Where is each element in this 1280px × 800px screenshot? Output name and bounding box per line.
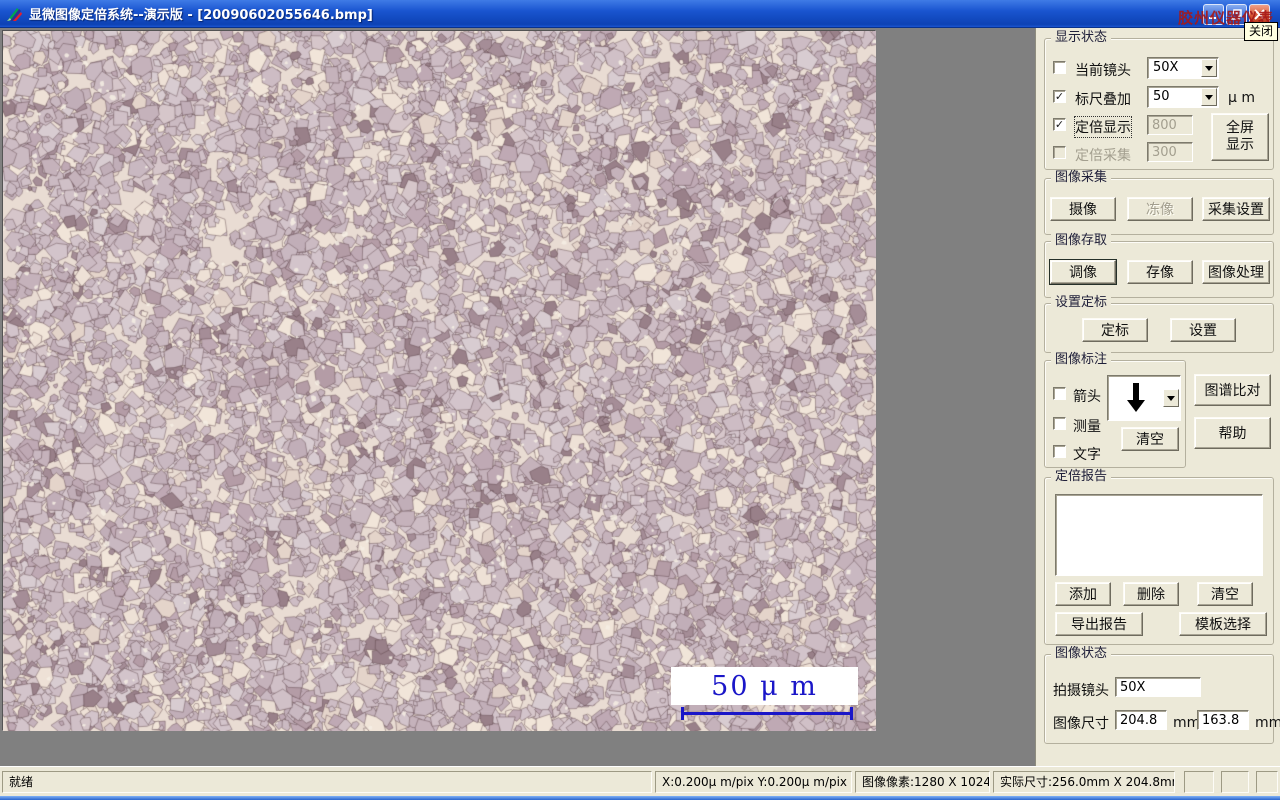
status-actual-size: 实际尺寸:256.0mm X 204.8mm xyxy=(993,771,1175,793)
scale-overlay-unit: μ m xyxy=(1228,90,1255,106)
group-storage: 图像存取 调像 存像 图像处理 xyxy=(1044,233,1274,298)
fixed-capture-field: 300 xyxy=(1147,142,1193,162)
fixed-display-checkbox[interactable] xyxy=(1053,118,1066,131)
calibrate-button[interactable]: 定标 xyxy=(1082,318,1148,342)
minimize-icon xyxy=(1209,17,1216,19)
arrow-style-preview xyxy=(1109,377,1163,419)
shoot-button[interactable]: 摄像 xyxy=(1050,197,1116,221)
fixed-display-label: 定倍显示 xyxy=(1074,116,1132,138)
fixed-capture-label: 定倍采集 xyxy=(1075,148,1131,164)
image-height-field: 163.8 xyxy=(1197,710,1249,730)
group-title: 图像标注 xyxy=(1051,352,1112,368)
taskbar-edge xyxy=(0,796,1280,800)
scale-overlay-value: 50 xyxy=(1153,89,1170,104)
template-select-button[interactable]: 模板选择 xyxy=(1179,612,1267,636)
status-image-pixels: 图像像素:1280 X 1024 xyxy=(855,771,990,793)
status-resolution: X:0.200μ m/pix Y:0.200μ m/pix xyxy=(655,771,852,793)
status-bar: 就绪 X:0.200μ m/pix Y:0.200μ m/pix 图像像素:12… xyxy=(0,766,1280,796)
title-bar[interactable]: 显微图像定倍系统--演示版 - [20090602055646.bmp] xyxy=(0,0,1280,28)
status-empty-panel xyxy=(1221,771,1249,793)
restore-icon xyxy=(1231,9,1242,20)
scale-bar-label: 50 μ m xyxy=(711,670,818,702)
measure-checkbox[interactable] xyxy=(1053,417,1066,430)
load-image-button[interactable]: 调像 xyxy=(1050,260,1116,284)
atlas-compare-button[interactable]: 图谱比对 xyxy=(1194,374,1271,406)
scale-bar-line xyxy=(681,707,853,720)
arrow-label: 箭头 xyxy=(1073,389,1101,405)
group-report: 定倍报告 添加 删除 清空 导出报告 模板选择 xyxy=(1044,469,1274,645)
status-empty-panel xyxy=(1256,771,1278,793)
close-tooltip: 关闭 xyxy=(1244,22,1278,41)
height-unit-label: mm xyxy=(1255,715,1280,731)
arrow-checkbox[interactable] xyxy=(1053,387,1066,400)
capture-settings-button[interactable]: 采集设置 xyxy=(1202,197,1270,221)
fixed-display-field: 800 xyxy=(1147,115,1193,135)
help-button[interactable]: 帮助 xyxy=(1194,417,1271,449)
image-size-label: 图像尺寸 xyxy=(1053,716,1109,732)
export-report-button[interactable]: 导出报告 xyxy=(1055,612,1143,636)
group-capture: 图像采集 摄像 冻像 采集设置 xyxy=(1044,170,1274,235)
current-lens-label: 当前镜头 xyxy=(1075,63,1131,79)
arrow-style-dropdown-button[interactable] xyxy=(1163,389,1179,407)
current-lens-dropdown-button[interactable] xyxy=(1201,59,1217,77)
lens-label: 拍摄镜头 xyxy=(1053,683,1109,699)
fixed-capture-checkbox xyxy=(1053,146,1066,159)
app-icon xyxy=(7,7,22,21)
scale-bar-overlay: 50 μ m xyxy=(671,667,858,705)
lens-value-field: 50X xyxy=(1115,677,1201,697)
freeze-button: 冻像 xyxy=(1127,197,1193,221)
measure-label: 测量 xyxy=(1073,419,1101,435)
group-title: 显示状态 xyxy=(1051,30,1112,46)
dropdown-arrow-icon xyxy=(1205,94,1213,100)
scale-overlay-checkbox[interactable] xyxy=(1053,90,1066,103)
fullscreen-button-line2: 显示 xyxy=(1226,137,1254,153)
report-delete-button[interactable]: 删除 xyxy=(1123,582,1179,606)
text-label: 文字 xyxy=(1073,447,1101,463)
scale-overlay-label: 标尺叠加 xyxy=(1075,92,1131,108)
image-viewport: 50 μ m xyxy=(2,30,876,731)
report-listbox[interactable] xyxy=(1055,494,1263,576)
application-window: 显微图像定倍系统--演示版 - [20090602055646.bmp] 胶州仪… xyxy=(0,0,1280,800)
current-lens-value: 50X xyxy=(1153,60,1179,75)
save-image-button[interactable]: 存像 xyxy=(1127,260,1193,284)
status-empty-panel xyxy=(1184,771,1214,793)
window-title: 显微图像定倍系统--演示版 - [20090602055646.bmp] xyxy=(29,8,373,23)
group-title: 定倍报告 xyxy=(1051,469,1112,485)
annotation-clear-button[interactable]: 清空 xyxy=(1121,427,1179,451)
current-lens-combobox[interactable]: 50X xyxy=(1147,57,1219,79)
group-title: 图像采集 xyxy=(1051,170,1112,186)
close-icon xyxy=(1254,9,1265,20)
scale-overlay-dropdown-button[interactable] xyxy=(1201,88,1217,106)
group-image-status: 图像状态 拍摄镜头 50X 图像尺寸 204.8 mm 163.8 mm xyxy=(1044,646,1280,744)
text-checkbox[interactable] xyxy=(1053,445,1066,458)
image-process-button[interactable]: 图像处理 xyxy=(1202,260,1270,284)
down-arrow-icon xyxy=(1127,383,1145,412)
scale-overlay-combobox[interactable]: 50 xyxy=(1147,86,1219,108)
control-panel: 显示状态 当前镜头 50X 标尺叠加 50 μ m 定倍显示 800 定倍采集 … xyxy=(1035,28,1280,766)
status-ready: 就绪 xyxy=(2,771,652,793)
group-title: 设置定标 xyxy=(1051,295,1112,311)
current-lens-checkbox[interactable] xyxy=(1053,61,1066,74)
report-clear-button[interactable]: 清空 xyxy=(1197,582,1253,606)
fullscreen-button-line1: 全屏 xyxy=(1226,120,1254,136)
report-add-button[interactable]: 添加 xyxy=(1055,582,1111,606)
dropdown-arrow-icon xyxy=(1167,395,1175,401)
calibration-set-button[interactable]: 设置 xyxy=(1170,318,1236,342)
micrograph-image[interactable] xyxy=(3,31,876,731)
image-width-field: 204.8 xyxy=(1115,710,1167,730)
group-calibration: 设置定标 定标 设置 xyxy=(1044,295,1274,353)
fullscreen-button[interactable]: 全屏 显示 xyxy=(1211,113,1269,161)
group-display-status: 显示状态 当前镜头 50X 标尺叠加 50 μ m 定倍显示 800 定倍采集 … xyxy=(1044,30,1274,170)
group-title: 图像存取 xyxy=(1051,233,1112,249)
group-title: 图像状态 xyxy=(1051,646,1112,662)
dropdown-arrow-icon xyxy=(1205,65,1213,71)
group-annotation: 图像标注 箭头 测量 文字 清空 xyxy=(1044,352,1186,468)
arrow-style-combobox[interactable] xyxy=(1107,375,1181,421)
minimize-button[interactable] xyxy=(1203,4,1224,25)
